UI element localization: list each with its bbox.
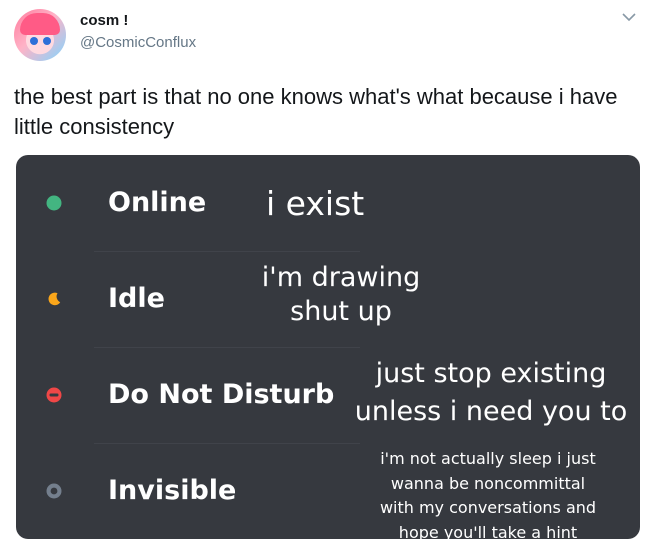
status-row-idle: Idle i'm drawing shut up: [16, 251, 640, 347]
chevron-down-icon[interactable]: [622, 12, 636, 22]
status-row-online: Online i exist: [16, 155, 640, 251]
tweet-image[interactable]: Online i exist Idle i'm drawing shut up …: [16, 155, 640, 539]
note-line: with my conversations and: [379, 498, 597, 517]
note-line: hope you'll take a hint: [398, 522, 578, 540]
dnd-icon: [46, 387, 62, 403]
note-line: i'm not actually sleep i just: [380, 449, 596, 468]
display-name[interactable]: cosm !: [80, 12, 128, 29]
status-note: just stop existing unless i need you to: [341, 355, 640, 431]
status-label: Do Not Disturb: [108, 379, 335, 410]
status-row-dnd: Do Not Disturb just stop existing unless…: [16, 347, 640, 443]
note-line: unless i need you to: [354, 396, 628, 427]
avatar-hair: [20, 13, 60, 35]
avatar-eye-right: [43, 37, 51, 45]
note-line: shut up: [290, 296, 392, 327]
idle-moon-icon: [48, 292, 61, 306]
user-handle[interactable]: @CosmicConflux: [80, 34, 196, 51]
tweet-text: the best part is that no one knows what'…: [14, 84, 618, 139]
status-label: Invisible: [108, 475, 237, 506]
avatar-eye-left: [30, 37, 38, 45]
note-line: wanna be noncommittal: [390, 473, 586, 493]
note-line: just stop existing: [375, 358, 607, 389]
status-label: Online: [108, 187, 207, 218]
note-line: i exist: [266, 184, 365, 223]
status-note: i'm not actually sleep i just wanna be n…: [368, 447, 608, 539]
status-note: i exist: [266, 185, 364, 223]
status-row-invisible: Invisible i'm not actually sleep i just …: [16, 443, 640, 539]
online-dot-icon: [46, 195, 62, 211]
status-note: i'm drawing shut up: [236, 261, 446, 329]
status-label: Idle: [108, 283, 165, 314]
note-line: i'm drawing: [261, 262, 421, 293]
invisible-ring-icon: [46, 483, 62, 499]
avatar[interactable]: [14, 9, 66, 61]
